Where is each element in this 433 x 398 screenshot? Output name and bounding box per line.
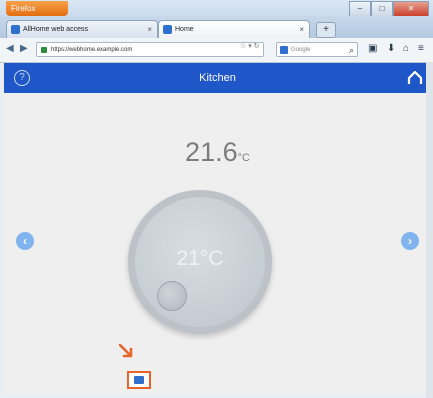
search-icon[interactable]: ⌕ bbox=[349, 43, 354, 58]
scrollbar[interactable] bbox=[426, 62, 433, 398]
close-window-button[interactable]: ✕ bbox=[393, 1, 429, 17]
new-tab-button[interactable]: + bbox=[316, 22, 336, 38]
lock-icon bbox=[41, 47, 47, 53]
home-toolbar-icon[interactable]: ⌂ bbox=[403, 43, 409, 54]
window-controls: – □ ✕ bbox=[349, 1, 429, 17]
tab-close-icon[interactable]: × bbox=[299, 21, 304, 39]
dial-knob[interactable] bbox=[157, 281, 187, 311]
current-temperature-value: 21.6 bbox=[185, 137, 238, 167]
google-icon bbox=[280, 46, 288, 54]
back-arrow-icon[interactable]: ◀ bbox=[6, 43, 14, 54]
current-temperature-unit: °C bbox=[237, 152, 250, 164]
search-placeholder: Google bbox=[291, 47, 311, 53]
setpoint-temperature: 21°C bbox=[176, 247, 224, 270]
tab-favicon-icon bbox=[163, 25, 172, 34]
search-input[interactable]: Google ⌕ bbox=[276, 42, 358, 57]
thermostat-app: ? Kitchen 21.6°C ‹ › 21°C bbox=[4, 63, 431, 394]
tab-home[interactable]: Home × bbox=[158, 20, 310, 38]
tab-label: AllHome web access bbox=[23, 26, 88, 33]
bookmarks-icon[interactable]: ▣ bbox=[368, 43, 377, 54]
room-title: Kitchen bbox=[199, 72, 236, 84]
chevron-left-icon[interactable]: ‹ bbox=[16, 232, 34, 250]
maximize-button[interactable]: □ bbox=[371, 1, 393, 17]
firefox-menu-button[interactable]: Firefox bbox=[6, 1, 68, 16]
tab-close-icon[interactable]: × bbox=[147, 21, 152, 39]
reload-icon[interactable]: ☆ ▾ ↻ bbox=[240, 42, 260, 50]
dial-face: 21°C bbox=[135, 197, 265, 327]
device-icon bbox=[134, 376, 144, 384]
browser-window: Firefox – □ ✕ AllHome web access × Home … bbox=[0, 0, 433, 398]
tab-strip: AllHome web access × Home × + bbox=[0, 16, 433, 38]
downloads-icon[interactable]: ⬇ bbox=[387, 43, 395, 54]
chevron-right-icon[interactable]: › bbox=[401, 232, 419, 250]
menu-icon[interactable]: ≡ bbox=[418, 43, 424, 54]
home-icon[interactable] bbox=[407, 70, 423, 86]
tab-allhome[interactable]: AllHome web access × bbox=[6, 20, 158, 38]
tab-favicon-icon bbox=[11, 25, 20, 34]
thermostat-dial[interactable]: 21°C bbox=[128, 190, 272, 334]
url-input[interactable]: https://webhome.example.com bbox=[36, 42, 264, 57]
minimize-button[interactable]: – bbox=[349, 1, 371, 17]
tab-label: Home bbox=[175, 26, 194, 33]
current-temperature: 21.6°C bbox=[4, 137, 431, 168]
pointer-arrow-icon bbox=[119, 344, 133, 358]
app-header: ? Kitchen bbox=[4, 63, 431, 93]
forward-arrow-icon[interactable]: ▶ bbox=[20, 43, 28, 54]
url-text: https://webhome.example.com bbox=[51, 47, 133, 53]
navigation-bar: ◀ ▶ https://webhome.example.com ☆ ▾ ↻ Go… bbox=[0, 38, 433, 63]
device-button[interactable] bbox=[127, 371, 151, 389]
